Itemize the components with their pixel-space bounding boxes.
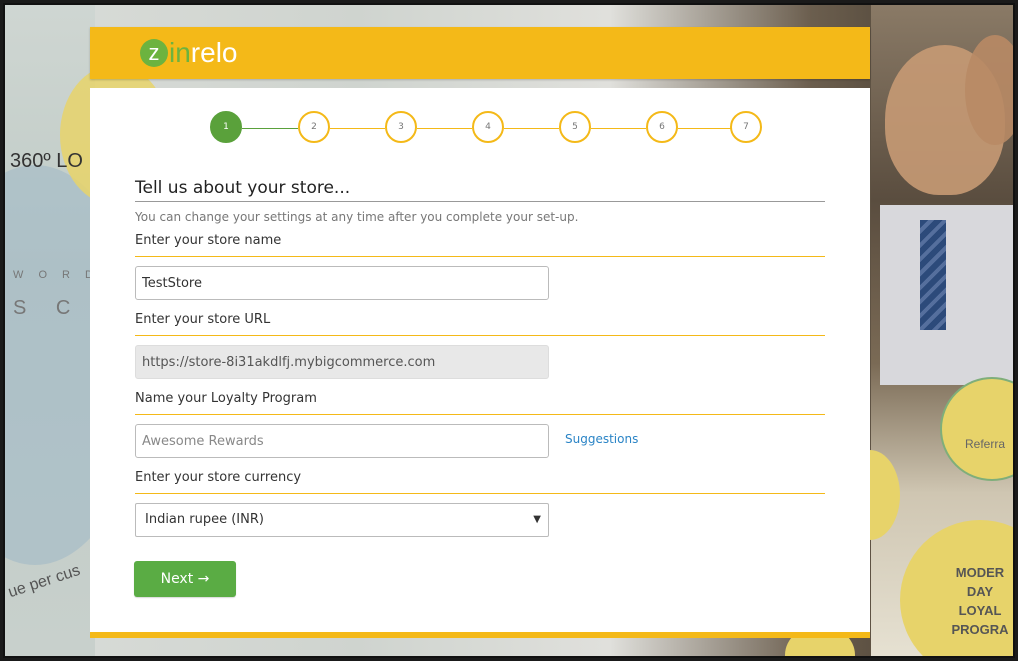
title-divider bbox=[135, 201, 825, 202]
step-connector bbox=[591, 128, 646, 129]
step-connector bbox=[242, 128, 298, 129]
zinrelo-logo: z inrelo bbox=[140, 37, 238, 69]
currency-label: Enter your store currency bbox=[135, 470, 302, 485]
step-4[interactable]: 4 bbox=[472, 111, 504, 143]
store-name-input[interactable] bbox=[135, 266, 549, 300]
window-frame: 360º LO W O R D S C A ue per cus Referra… bbox=[3, 3, 1015, 658]
step-1[interactable]: 1 bbox=[210, 111, 242, 143]
divider bbox=[135, 335, 825, 336]
program-name-input[interactable] bbox=[135, 424, 549, 458]
divider bbox=[135, 256, 825, 257]
store-url-label: Enter your store URL bbox=[135, 312, 271, 327]
header-bar: z inrelo bbox=[90, 27, 870, 79]
divider bbox=[135, 493, 825, 494]
page-subtitle: You can change your settings at any time… bbox=[135, 210, 579, 224]
program-name-label: Name your Loyalty Program bbox=[135, 391, 317, 406]
step-connector bbox=[678, 128, 734, 129]
setup-stepper: 1 2 3 4 5 6 7 bbox=[210, 110, 766, 146]
card-bottom-bar bbox=[90, 632, 870, 638]
page-title: Tell us about your store... bbox=[135, 178, 351, 198]
step-connector bbox=[504, 128, 559, 129]
suggestions-link[interactable]: Suggestions bbox=[565, 432, 638, 446]
setup-card: 1 2 3 4 5 6 7 Tell us about your store..… bbox=[90, 88, 870, 638]
background-tie bbox=[920, 220, 946, 330]
step-7[interactable]: 7 bbox=[730, 111, 762, 143]
background-modern-text: MODER DAY LOYAL PROGRA bbox=[951, 565, 1009, 637]
step-2[interactable]: 2 bbox=[298, 111, 330, 143]
background-text-360: 360º LO bbox=[10, 150, 83, 172]
store-url-input[interactable] bbox=[135, 345, 549, 379]
dropdown-arrow-icon: ▼ bbox=[533, 514, 541, 525]
store-name-label: Enter your store name bbox=[135, 233, 282, 248]
step-3[interactable]: 3 bbox=[385, 111, 417, 143]
step-5[interactable]: 5 bbox=[559, 111, 591, 143]
logo-z-icon: z bbox=[140, 39, 168, 67]
step-connector bbox=[330, 128, 385, 129]
background-referral-text: Referra bbox=[965, 437, 1006, 451]
currency-selected-value: Indian rupee (INR) bbox=[145, 512, 264, 527]
step-connector bbox=[417, 128, 472, 129]
divider bbox=[135, 414, 825, 415]
background-shirt bbox=[880, 205, 1013, 385]
currency-select[interactable]: Indian rupee (INR) ▼ bbox=[135, 503, 549, 537]
background-text-word: W O R D bbox=[13, 269, 99, 281]
step-6[interactable]: 6 bbox=[646, 111, 678, 143]
next-button[interactable]: Next → bbox=[134, 561, 236, 597]
